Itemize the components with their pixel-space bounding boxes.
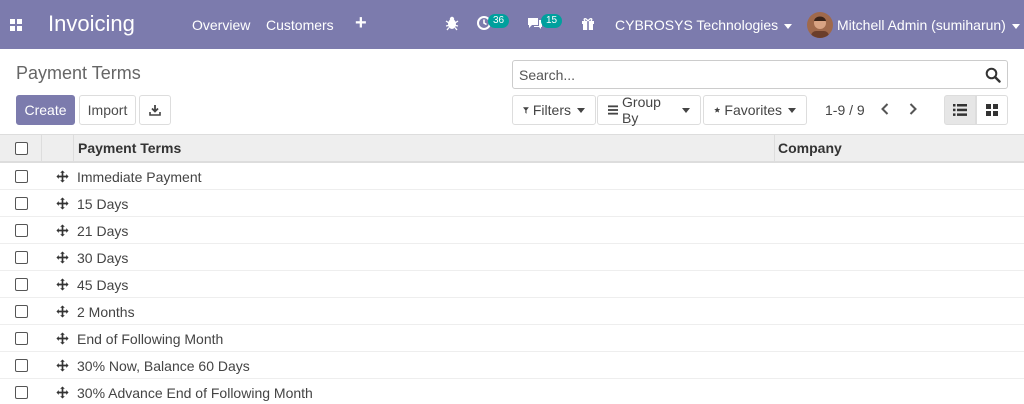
filters-label: Filters: [532, 102, 571, 118]
list-view-icon: [953, 104, 967, 116]
menu-overview[interactable]: Overview: [192, 17, 250, 33]
favorites-label: Favorites: [724, 102, 782, 118]
table-row[interactable]: 45 Days: [0, 271, 1024, 298]
drag-handle-icon[interactable]: [56, 332, 69, 345]
company-switcher[interactable]: CYBROSYS Technologies: [615, 17, 793, 33]
row-checkbox[interactable]: [15, 305, 28, 318]
star-icon: [714, 107, 721, 113]
chevron-down-icon: [682, 107, 690, 113]
row-checkbox[interactable]: [15, 170, 28, 183]
create-button[interactable]: Create: [16, 95, 75, 125]
gift-icon[interactable]: [580, 15, 596, 31]
apps-menu-icon[interactable]: [10, 19, 22, 31]
search-input[interactable]: [519, 61, 979, 88]
row-checkbox[interactable]: [15, 332, 28, 345]
filter-funnel-icon: [523, 106, 529, 114]
row-checkbox[interactable]: [15, 278, 28, 291]
payment-term-name: 30% Advance End of Following Month: [77, 385, 313, 401]
download-icon: [149, 105, 161, 116]
column-header-payment-terms[interactable]: Payment Terms: [78, 135, 181, 162]
company-name: CYBROSYS Technologies: [615, 17, 779, 33]
debug-bug-icon[interactable]: [444, 15, 460, 31]
payment-term-name: 15 Days: [77, 196, 129, 212]
column-divider: [774, 135, 775, 162]
select-all-checkbox[interactable]: [15, 142, 28, 155]
app-title[interactable]: Invoicing: [48, 11, 135, 37]
row-checkbox[interactable]: [15, 386, 28, 399]
payment-term-name: 30 Days: [77, 250, 129, 266]
row-checkbox[interactable]: [15, 224, 28, 237]
column-header-company[interactable]: Company: [778, 135, 842, 162]
drag-handle-icon[interactable]: [56, 251, 69, 264]
chevron-down-icon: [788, 107, 796, 113]
page-title: Payment Terms: [16, 63, 141, 83]
payment-terms-table: Payment Terms Company Immediate Payment 1…: [0, 134, 1024, 404]
export-button[interactable]: [139, 95, 171, 125]
messages-count-badge: 15: [541, 14, 563, 28]
groupby-label: Group By: [622, 94, 661, 126]
table-body: Immediate Payment 15 Days 21 Days 30 Days 45…: [0, 163, 1024, 404]
table-row[interactable]: 21 Days: [0, 217, 1024, 244]
row-checkbox[interactable]: [15, 359, 28, 372]
column-divider: [41, 135, 42, 162]
search-bar: [512, 60, 1008, 89]
drag-handle-icon[interactable]: [56, 224, 69, 237]
search-icon[interactable]: [985, 67, 1001, 83]
pager-value[interactable]: 1-9 / 9: [825, 102, 865, 118]
menu-customers[interactable]: Customers: [266, 17, 334, 33]
table-row[interactable]: 15 Days: [0, 190, 1024, 217]
row-checkbox[interactable]: [15, 197, 28, 210]
table-row[interactable]: 2 Months: [0, 298, 1024, 325]
table-row[interactable]: 30 Days: [0, 244, 1024, 271]
favorites-dropdown[interactable]: Favorites: [703, 95, 807, 125]
user-name: Mitchell Admin (sumiharun): [837, 17, 1006, 33]
drag-handle-icon[interactable]: [56, 170, 69, 183]
table-row[interactable]: 30% Advance End of Following Month: [0, 379, 1024, 404]
table-row[interactable]: End of Following Month: [0, 325, 1024, 352]
groupby-dropdown[interactable]: Group By: [597, 94, 701, 126]
drag-handle-icon[interactable]: [56, 386, 69, 399]
top-navbar: Invoicing Overview Customers + 36 15 CYB…: [0, 0, 1024, 49]
drag-handle-icon[interactable]: [56, 359, 69, 372]
list-view-button[interactable]: [944, 95, 976, 125]
filters-dropdown[interactable]: Filters: [512, 95, 596, 125]
payment-term-name: 30% Now, Balance 60 Days: [77, 358, 250, 374]
table-row[interactable]: Immediate Payment: [0, 163, 1024, 190]
payment-term-name: End of Following Month: [77, 331, 224, 347]
payment-term-name: 21 Days: [77, 223, 129, 239]
chevron-down-icon: [784, 23, 793, 29]
user-avatar[interactable]: [807, 12, 833, 38]
add-menu-button[interactable]: +: [355, 12, 367, 35]
payment-term-name: 2 Months: [77, 304, 135, 320]
payment-term-name: Immediate Payment: [77, 169, 202, 185]
table-header: Payment Terms Company: [0, 134, 1024, 163]
activity-count-badge: 36: [488, 14, 510, 28]
payment-term-name: 45 Days: [77, 277, 129, 293]
chevron-down-icon: [1011, 23, 1020, 29]
drag-handle-icon[interactable]: [56, 278, 69, 291]
user-menu[interactable]: Mitchell Admin (sumiharun): [837, 17, 1020, 33]
drag-handle-icon[interactable]: [56, 197, 69, 210]
drag-handle-icon[interactable]: [56, 305, 69, 318]
kanban-view-button[interactable]: [976, 95, 1008, 125]
import-button[interactable]: Import: [79, 95, 136, 125]
chevron-right-icon[interactable]: [908, 103, 918, 115]
kanban-grid-icon: [986, 104, 998, 116]
chevron-down-icon: [577, 107, 585, 113]
row-checkbox[interactable]: [15, 251, 28, 264]
table-row[interactable]: 30% Now, Balance 60 Days: [0, 352, 1024, 379]
chevron-left-icon[interactable]: [880, 103, 890, 115]
list-bars-icon: [608, 105, 619, 115]
column-divider: [73, 135, 74, 162]
